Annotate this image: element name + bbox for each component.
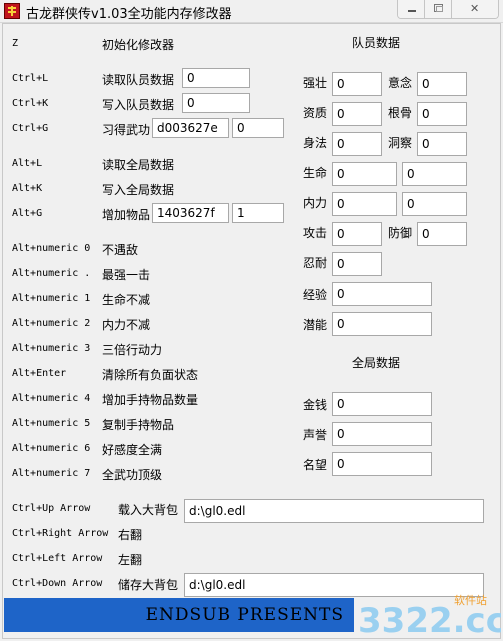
hotkey-key: Alt+numeric 3: [12, 343, 91, 354]
hotkey-label: 载入大背包: [118, 503, 179, 517]
stat-input[interactable]: 0: [332, 222, 382, 246]
skill-id-input[interactable]: d003627e: [152, 118, 229, 138]
reputation-input[interactable]: 0: [332, 422, 432, 446]
maximize-button[interactable]: [425, 0, 452, 18]
hotkey-label: 内力不减: [102, 318, 151, 332]
write-member-index-input[interactable]: 0: [182, 93, 250, 113]
global-label: 金钱: [303, 398, 328, 412]
stat-input[interactable]: 0: [332, 102, 382, 126]
stat-input[interactable]: 0: [417, 132, 467, 156]
hotkey-label: 写入队员数据: [102, 98, 175, 112]
mp-current-input[interactable]: 0: [332, 192, 397, 216]
hotkey-key: Ctrl+Up Arrow: [12, 503, 91, 514]
watermark-tag: 软件站: [454, 593, 487, 607]
hotkey-key: Alt+numeric 7: [12, 468, 91, 479]
hotkey-key: Alt+numeric 2: [12, 318, 91, 329]
global-data-title: 全局数据: [352, 356, 401, 370]
stat-label: 经验: [303, 288, 328, 302]
stat-label: 防御: [388, 226, 413, 240]
hotkey-label: 习得武功: [102, 123, 151, 137]
stat-label: 忍耐: [303, 256, 328, 270]
read-member-index-input[interactable]: 0: [182, 68, 250, 88]
hp-max-input[interactable]: 0: [402, 162, 467, 186]
stat-input[interactable]: 0: [332, 252, 382, 276]
footer-banner: ENDSUB PRESENTS: [4, 598, 354, 632]
hotkey-key: Alt+G: [12, 208, 43, 219]
global-label: 名望: [303, 458, 328, 472]
close-button[interactable]: ✕: [452, 0, 498, 18]
hotkey-key: Alt+K: [12, 183, 43, 194]
hotkey-label: 最强一击: [102, 268, 151, 282]
hotkey-key: Ctrl+Right Arrow: [12, 528, 109, 539]
hotkey-label: 三倍行动力: [102, 343, 163, 357]
stat-label: 身法: [303, 136, 328, 150]
maximize-icon: [434, 4, 443, 12]
hotkey-label: 生命不减: [102, 293, 151, 307]
hotkey-label: 读取队员数据: [102, 73, 175, 87]
hotkey-key: Alt+numeric 4: [12, 393, 91, 404]
skill-level-input[interactable]: 0: [232, 118, 284, 138]
stat-input[interactable]: 0: [417, 222, 467, 246]
hotkey-key: Z: [12, 38, 19, 49]
hotkey-key: Alt+numeric 6: [12, 443, 91, 454]
hotkey-label: 清除所有负面状态: [102, 368, 199, 382]
stat-label: 强壮: [303, 76, 328, 90]
stat-label: 洞察: [388, 136, 413, 150]
hotkey-label: 复制手持物品: [102, 418, 175, 432]
hotkey-key: Alt+numeric .: [12, 268, 91, 279]
hotkey-label: 增加物品: [102, 208, 151, 222]
hotkey-label: 增加手持物品数量: [102, 393, 199, 407]
hotkey-label: 初始化修改器: [102, 38, 175, 52]
load-bag-path-input[interactable]: d:\gl0.edl: [184, 499, 484, 523]
member-data-title: 队员数据: [352, 36, 401, 50]
hotkey-label: 写入全局数据: [102, 183, 175, 197]
hotkey-key: Alt+numeric 5: [12, 418, 91, 429]
hotkey-label: 左翻: [118, 553, 143, 567]
minimize-icon: [408, 10, 416, 12]
item-count-input[interactable]: 1: [232, 203, 284, 223]
stat-input[interactable]: 0: [417, 72, 467, 96]
item-id-input[interactable]: 1403627f: [152, 203, 229, 223]
hp-current-input[interactable]: 0: [332, 162, 397, 186]
exp-input[interactable]: 0: [332, 282, 432, 306]
global-label: 声誉: [303, 428, 328, 442]
hotkey-key: Alt+L: [12, 158, 43, 169]
hotkey-label: 不遇敌: [102, 243, 139, 257]
money-input[interactable]: 0: [332, 392, 432, 416]
potential-input[interactable]: 0: [332, 312, 432, 336]
hotkey-label: 右翻: [118, 528, 143, 542]
stat-input[interactable]: 0: [332, 132, 382, 156]
hotkey-key: Ctrl+G: [12, 123, 49, 134]
hotkey-key: Alt+numeric 0: [12, 243, 91, 254]
stat-label: 意念: [388, 76, 413, 90]
mp-max-input[interactable]: 0: [402, 192, 467, 216]
stat-label: 根骨: [388, 106, 413, 120]
stat-input[interactable]: 0: [332, 72, 382, 96]
window-controls: ✕: [397, 0, 499, 19]
hotkey-key: Alt+Enter: [12, 368, 67, 379]
stat-label: 内力: [303, 196, 328, 210]
stat-label: 潜能: [303, 318, 328, 332]
hotkey-key: Alt+numeric 1: [12, 293, 91, 304]
hotkey-key: Ctrl+L: [12, 73, 49, 84]
hotkey-key: Ctrl+K: [12, 98, 49, 109]
hotkey-key: Ctrl+Down Arrow: [12, 578, 103, 589]
footer-text: ENDSUB PRESENTS: [145, 605, 344, 625]
watermark-logo: 3322.cc 软件站: [358, 593, 501, 638]
hotkey-label: 储存大背包: [118, 578, 179, 592]
hotkey-label: 全武功顶级: [102, 468, 163, 482]
hotkey-key: Ctrl+Left Arrow: [12, 553, 103, 564]
stat-label: 生命: [303, 166, 328, 180]
stat-input[interactable]: 0: [417, 102, 467, 126]
stat-label: 资质: [303, 106, 328, 120]
fame-input[interactable]: 0: [332, 452, 432, 476]
stat-label: 攻击: [303, 226, 328, 240]
hotkey-label: 读取全局数据: [102, 158, 175, 172]
title-bar[interactable]: 古龙群侠传v1.03全功能内存修改器 ✕: [0, 0, 503, 23]
app-icon: [4, 3, 20, 19]
window-title: 古龙群侠传v1.03全功能内存修改器: [26, 7, 232, 22]
minimize-button[interactable]: [398, 0, 425, 18]
close-icon: ✕: [470, 2, 480, 15]
hotkey-label: 好感度全满: [102, 443, 163, 457]
